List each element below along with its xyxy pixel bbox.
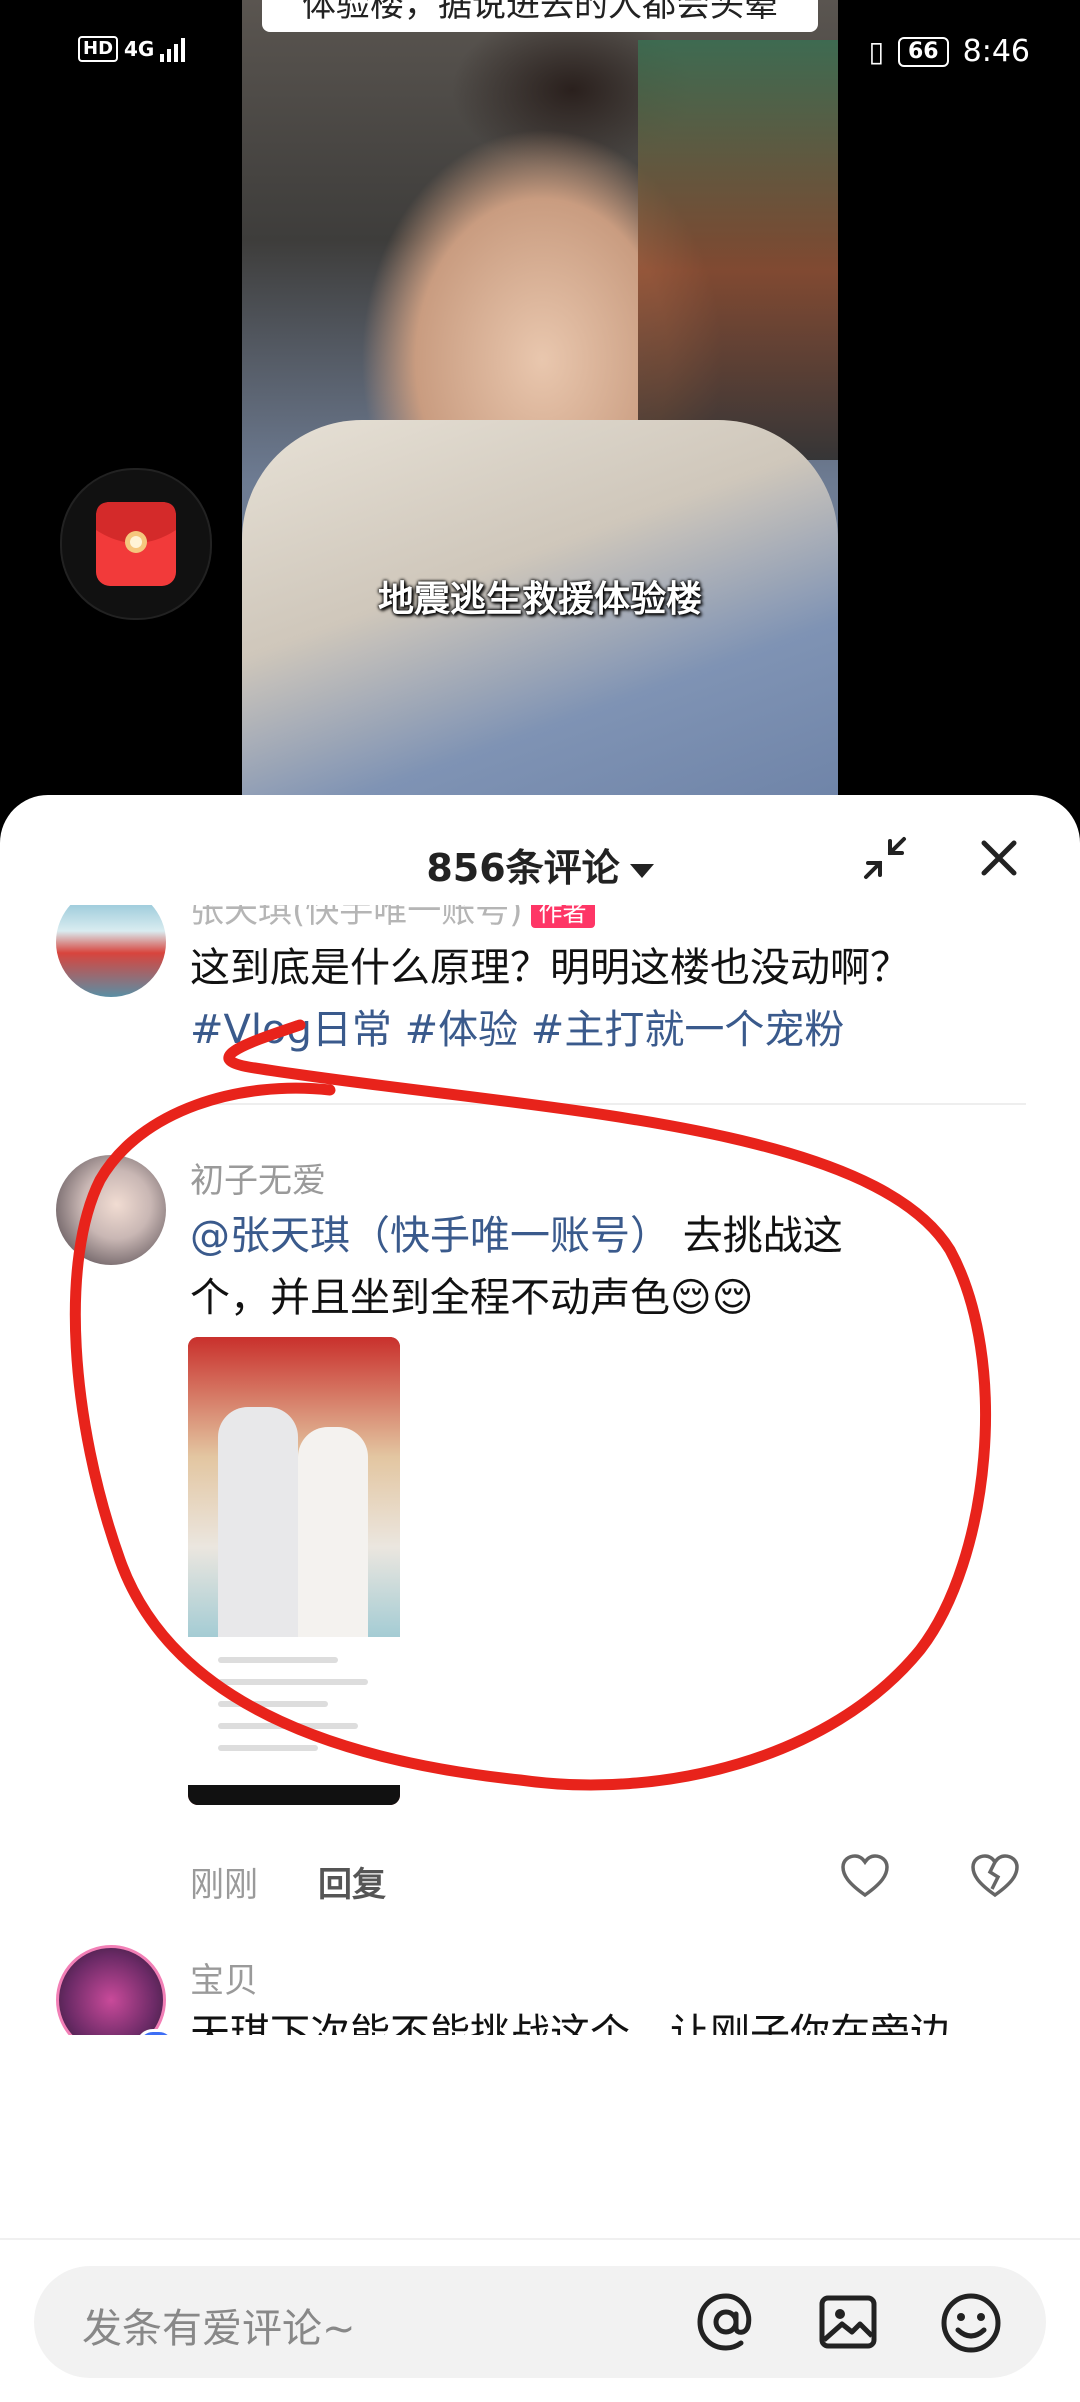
clock: 8:46 (962, 34, 1030, 69)
thumb-figure (298, 1427, 368, 1637)
commenter-name[interactable]: 张天琪(快手唯一账号) 作者 (190, 905, 595, 932)
mention-link[interactable]: @张天琪（快手唯一账号） (190, 1213, 670, 1259)
thumb-line (218, 1701, 328, 1707)
thumb-line (218, 1723, 358, 1729)
comment-text: 天琪下次能不能挑战这个，让刚子你在旁边 (190, 2011, 950, 2035)
comment-panel: 856条评论 张天琪(快手唯一账号) 作者 这到底是什么原理？明明这楼也没动啊？ … (0, 795, 1080, 2400)
comment-time: 刚刚 (190, 1865, 258, 1905)
comment-count-label: 856条评论 (426, 846, 620, 890)
comment-item: 初子无爱 @张天琪（快手唯一账号） 去挑战这 个，并且坐到全程不动声色😌😌 刚刚… (0, 1145, 1080, 1905)
hd-badge: HD (78, 36, 119, 62)
comment-text: 这到底是什么原理？明明这楼也没动啊？ #Vlog日常 #体验 #主打就一个宠粉 (190, 937, 1030, 1061)
comment-item: 张天琪(快手唯一账号) 作者 这到底是什么原理？明明这楼也没动啊？ #Vlog日常… (0, 905, 1080, 1155)
thumb-figure (218, 1407, 298, 1637)
emoji-icon[interactable] (938, 2290, 1004, 2356)
image-icon[interactable] (816, 2290, 880, 2354)
close-icon[interactable] (976, 835, 1022, 881)
red-envelope-icon (96, 502, 176, 586)
comment-count-dropdown[interactable]: 856条评论 (0, 837, 1080, 892)
at-mention-icon[interactable] (694, 2290, 758, 2354)
divider (190, 1103, 1026, 1105)
video-frame: 体验楼，据说进去的人都会头晕 (242, 0, 838, 800)
collapse-icon[interactable] (862, 835, 908, 881)
network-type: 4G (124, 37, 155, 61)
comment-image[interactable] (188, 1337, 400, 1805)
video-top-caption: 体验楼，据说进去的人都会头晕 (262, 0, 818, 32)
heart-icon[interactable] (840, 1853, 890, 1899)
battery-indicator: 66 (898, 36, 949, 67)
status-bar: HD 4G ▯ 66 8:46 (0, 30, 1080, 80)
hashtag-links[interactable]: #Vlog日常 #体验 #主打就一个宠粉 (190, 1007, 844, 1053)
system-status: ▯ 66 8:46 (869, 34, 1030, 69)
broken-heart-icon[interactable] (970, 1853, 1020, 1899)
comment-list[interactable]: 张天琪(快手唯一账号) 作者 这到底是什么原理？明明这楼也没动啊？ #Vlog日常… (0, 905, 1080, 2035)
reply-button[interactable]: 回复 (318, 1857, 386, 1906)
comment-text: @张天琪（快手唯一账号） 去挑战这 个，并且坐到全程不动声色😌😌 (190, 1205, 1030, 1329)
signal-icon (160, 36, 186, 62)
commenter-name[interactable]: 初子无爱 (190, 1153, 326, 1202)
commenter-name[interactable]: 宝贝 (190, 1953, 258, 2002)
video-background-shop (638, 40, 838, 460)
thumb-comments (188, 1637, 400, 1787)
avatar[interactable] (56, 1945, 166, 2035)
thumb-navbar (188, 1785, 400, 1805)
network-status: HD 4G (78, 36, 186, 62)
comment-body-1: 去挑战这 (670, 1213, 843, 1259)
thumb-line (218, 1745, 318, 1751)
comment-item: V 宝贝 天琪下次能不能挑战这个，让刚子你在旁边 (0, 1945, 1080, 2035)
comment-input[interactable]: 发条有爱评论~ (34, 2266, 1046, 2378)
avatar[interactable] (56, 905, 166, 997)
vibrate-icon: ▯ (868, 35, 884, 68)
commenter-name-text: 张天琪(快手唯一账号) (190, 905, 523, 931)
video-player[interactable]: 体验楼，据说进去的人都会头晕 地震逃生救援体验楼 (0, 0, 1080, 800)
avatar[interactable] (56, 1155, 166, 1265)
thumb-line (218, 1657, 338, 1663)
caret-down-icon (629, 863, 654, 878)
comment-input-placeholder: 发条有爱评论~ (82, 2306, 356, 2352)
author-badge: 作者 (530, 905, 595, 928)
comment-input-bar: 发条有爱评论~ (0, 2238, 1080, 2402)
red-envelope-button[interactable] (60, 468, 212, 620)
comment-body-2: 个，并且坐到全程不动声色😌😌 (190, 1275, 754, 1321)
thumb-line (218, 1679, 368, 1685)
comment-body: 这到底是什么原理？明明这楼也没动啊？ (190, 945, 910, 991)
